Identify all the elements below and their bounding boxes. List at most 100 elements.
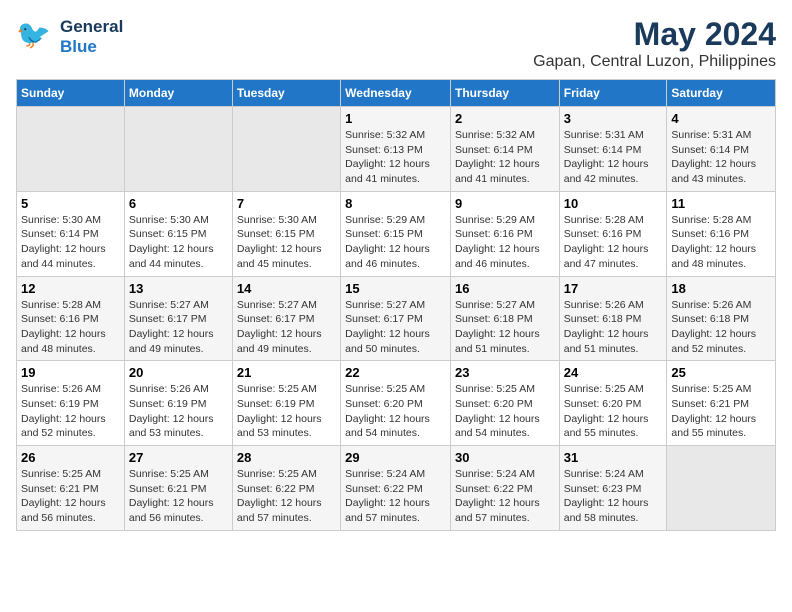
day-number: 25 bbox=[671, 365, 771, 380]
day-number: 7 bbox=[237, 196, 336, 211]
day-number: 13 bbox=[129, 281, 228, 296]
day-info: Sunrise: 5:26 AMSunset: 6:19 PMDaylight:… bbox=[21, 382, 120, 441]
header-sunday: Sunday bbox=[17, 80, 125, 107]
day-number: 8 bbox=[345, 196, 446, 211]
day-number: 4 bbox=[671, 111, 771, 126]
calendar-week-row: 1 Sunrise: 5:32 AMSunset: 6:13 PMDaylight… bbox=[17, 107, 776, 192]
logo: 🐦 General Blue bbox=[16, 16, 123, 57]
day-info: Sunrise: 5:25 AMSunset: 6:20 PMDaylight:… bbox=[564, 382, 663, 441]
calendar-cell: 7 Sunrise: 5:30 AMSunset: 6:15 PMDaylight… bbox=[232, 191, 340, 276]
header-wednesday: Wednesday bbox=[341, 80, 451, 107]
day-info: Sunrise: 5:25 AMSunset: 6:21 PMDaylight:… bbox=[21, 467, 120, 526]
day-number: 17 bbox=[564, 281, 663, 296]
day-number: 15 bbox=[345, 281, 446, 296]
calendar-cell: 16 Sunrise: 5:27 AMSunset: 6:18 PMDayligh… bbox=[450, 276, 559, 361]
day-info: Sunrise: 5:27 AMSunset: 6:17 PMDaylight:… bbox=[345, 298, 446, 357]
day-info: Sunrise: 5:28 AMSunset: 6:16 PMDaylight:… bbox=[21, 298, 120, 357]
day-info: Sunrise: 5:29 AMSunset: 6:16 PMDaylight:… bbox=[455, 213, 555, 272]
day-info: Sunrise: 5:25 AMSunset: 6:19 PMDaylight:… bbox=[237, 382, 336, 441]
calendar-cell: 1 Sunrise: 5:32 AMSunset: 6:13 PMDaylight… bbox=[341, 107, 451, 192]
calendar-cell: 6Sunrise: 5:30 AMSunset: 6:15 PMDaylight… bbox=[124, 191, 232, 276]
calendar-cell: 17 Sunrise: 5:26 AMSunset: 6:18 PMDayligh… bbox=[559, 276, 667, 361]
day-number: 31 bbox=[564, 450, 663, 465]
day-number: 3 bbox=[564, 111, 663, 126]
day-info: Sunrise: 5:25 AMSunset: 6:21 PMDaylight:… bbox=[129, 467, 228, 526]
calendar-cell: 8Sunrise: 5:29 AMSunset: 6:15 PMDaylight… bbox=[341, 191, 451, 276]
calendar-cell: 23Sunrise: 5:25 AMSunset: 6:20 PMDayligh… bbox=[450, 361, 559, 446]
header-monday: Monday bbox=[124, 80, 232, 107]
calendar-week-row: 5Sunrise: 5:30 AMSunset: 6:14 PMDaylight… bbox=[17, 191, 776, 276]
calendar-cell: 9 Sunrise: 5:29 AMSunset: 6:16 PMDaylight… bbox=[450, 191, 559, 276]
calendar-cell: 29Sunrise: 5:24 AMSunset: 6:22 PMDayligh… bbox=[341, 446, 451, 531]
header-friday: Friday bbox=[559, 80, 667, 107]
day-number: 22 bbox=[345, 365, 446, 380]
day-info: Sunrise: 5:24 AMSunset: 6:23 PMDaylight:… bbox=[564, 467, 663, 526]
header-tuesday: Tuesday bbox=[232, 80, 340, 107]
day-info: Sunrise: 5:26 AMSunset: 6:19 PMDaylight:… bbox=[129, 382, 228, 441]
day-number: 29 bbox=[345, 450, 446, 465]
calendar-cell: 10 Sunrise: 5:28 AMSunset: 6:16 PMDayligh… bbox=[559, 191, 667, 276]
day-info: Sunrise: 5:27 AMSunset: 6:17 PMDaylight:… bbox=[129, 298, 228, 357]
calendar-cell: 11 Sunrise: 5:28 AMSunset: 6:16 PMDayligh… bbox=[667, 191, 776, 276]
header-thursday: Thursday bbox=[450, 80, 559, 107]
calendar-cell: 15 Sunrise: 5:27 AMSunset: 6:17 PMDayligh… bbox=[341, 276, 451, 361]
calendar-cell: 19 Sunrise: 5:26 AMSunset: 6:19 PMDayligh… bbox=[17, 361, 125, 446]
day-number: 11 bbox=[671, 196, 771, 211]
day-number: 30 bbox=[455, 450, 555, 465]
calendar-cell: 24 Sunrise: 5:25 AMSunset: 6:20 PMDayligh… bbox=[559, 361, 667, 446]
calendar-cell: 13 Sunrise: 5:27 AMSunset: 6:17 PMDayligh… bbox=[124, 276, 232, 361]
day-info: Sunrise: 5:30 AMSunset: 6:15 PMDaylight:… bbox=[129, 213, 228, 272]
calendar-week-row: 19 Sunrise: 5:26 AMSunset: 6:19 PMDayligh… bbox=[17, 361, 776, 446]
day-info: Sunrise: 5:32 AMSunset: 6:14 PMDaylight:… bbox=[455, 128, 555, 187]
logo-icon: 🐦 bbox=[16, 16, 52, 57]
calendar-cell: 12 Sunrise: 5:28 AMSunset: 6:16 PMDayligh… bbox=[17, 276, 125, 361]
calendar-cell: 4 Sunrise: 5:31 AMSunset: 6:14 PMDaylight… bbox=[667, 107, 776, 192]
day-info: Sunrise: 5:25 AMSunset: 6:21 PMDaylight:… bbox=[671, 382, 771, 441]
day-number: 1 bbox=[345, 111, 446, 126]
calendar-cell: 27 Sunrise: 5:25 AMSunset: 6:21 PMDayligh… bbox=[124, 446, 232, 531]
day-info: Sunrise: 5:25 AMSunset: 6:20 PMDaylight:… bbox=[345, 382, 446, 441]
day-number: 19 bbox=[21, 365, 120, 380]
calendar-cell bbox=[124, 107, 232, 192]
day-info: Sunrise: 5:28 AMSunset: 6:16 PMDaylight:… bbox=[564, 213, 663, 272]
calendar-cell: 5Sunrise: 5:30 AMSunset: 6:14 PMDaylight… bbox=[17, 191, 125, 276]
day-info: Sunrise: 5:32 AMSunset: 6:13 PMDaylight:… bbox=[345, 128, 446, 187]
day-number: 5 bbox=[21, 196, 120, 211]
day-number: 27 bbox=[129, 450, 228, 465]
calendar-week-row: 26Sunrise: 5:25 AMSunset: 6:21 PMDayligh… bbox=[17, 446, 776, 531]
day-info: Sunrise: 5:27 AMSunset: 6:17 PMDaylight:… bbox=[237, 298, 336, 357]
calendar-table: SundayMondayTuesdayWednesdayThursdayFrid… bbox=[16, 79, 776, 531]
day-number: 2 bbox=[455, 111, 555, 126]
day-info: Sunrise: 5:26 AMSunset: 6:18 PMDaylight:… bbox=[564, 298, 663, 357]
calendar-cell: 28 Sunrise: 5:25 AMSunset: 6:22 PMDayligh… bbox=[232, 446, 340, 531]
day-number: 16 bbox=[455, 281, 555, 296]
day-number: 21 bbox=[237, 365, 336, 380]
day-info: Sunrise: 5:27 AMSunset: 6:18 PMDaylight:… bbox=[455, 298, 555, 357]
calendar-cell: 2 Sunrise: 5:32 AMSunset: 6:14 PMDaylight… bbox=[450, 107, 559, 192]
day-number: 24 bbox=[564, 365, 663, 380]
day-number: 20 bbox=[129, 365, 228, 380]
page-title: May 2024 bbox=[533, 16, 776, 53]
day-info: Sunrise: 5:25 AMSunset: 6:22 PMDaylight:… bbox=[237, 467, 336, 526]
page-subtitle: Gapan, Central Luzon, Philippines bbox=[533, 53, 776, 71]
calendar-week-row: 12 Sunrise: 5:28 AMSunset: 6:16 PMDayligh… bbox=[17, 276, 776, 361]
day-info: Sunrise: 5:24 AMSunset: 6:22 PMDaylight:… bbox=[455, 467, 555, 526]
calendar-cell: 30 Sunrise: 5:24 AMSunset: 6:22 PMDayligh… bbox=[450, 446, 559, 531]
calendar-cell: 25 Sunrise: 5:25 AMSunset: 6:21 PMDayligh… bbox=[667, 361, 776, 446]
day-info: Sunrise: 5:26 AMSunset: 6:18 PMDaylight:… bbox=[671, 298, 771, 357]
day-info: Sunrise: 5:31 AMSunset: 6:14 PMDaylight:… bbox=[671, 128, 771, 187]
calendar-cell: 26Sunrise: 5:25 AMSunset: 6:21 PMDayligh… bbox=[17, 446, 125, 531]
day-number: 28 bbox=[237, 450, 336, 465]
day-number: 10 bbox=[564, 196, 663, 211]
day-info: Sunrise: 5:25 AMSunset: 6:20 PMDaylight:… bbox=[455, 382, 555, 441]
header-saturday: Saturday bbox=[667, 80, 776, 107]
day-info: Sunrise: 5:30 AMSunset: 6:15 PMDaylight:… bbox=[237, 213, 336, 272]
page-header: 🐦 General Blue May 2024 Gapan, Central L… bbox=[16, 16, 776, 71]
calendar-cell: 18Sunrise: 5:26 AMSunset: 6:18 PMDayligh… bbox=[667, 276, 776, 361]
day-info: Sunrise: 5:28 AMSunset: 6:16 PMDaylight:… bbox=[671, 213, 771, 272]
calendar-cell bbox=[667, 446, 776, 531]
day-number: 12 bbox=[21, 281, 120, 296]
calendar-header-row: SundayMondayTuesdayWednesdayThursdayFrid… bbox=[17, 80, 776, 107]
calendar-cell: 3Sunrise: 5:31 AMSunset: 6:14 PMDaylight… bbox=[559, 107, 667, 192]
day-number: 9 bbox=[455, 196, 555, 211]
